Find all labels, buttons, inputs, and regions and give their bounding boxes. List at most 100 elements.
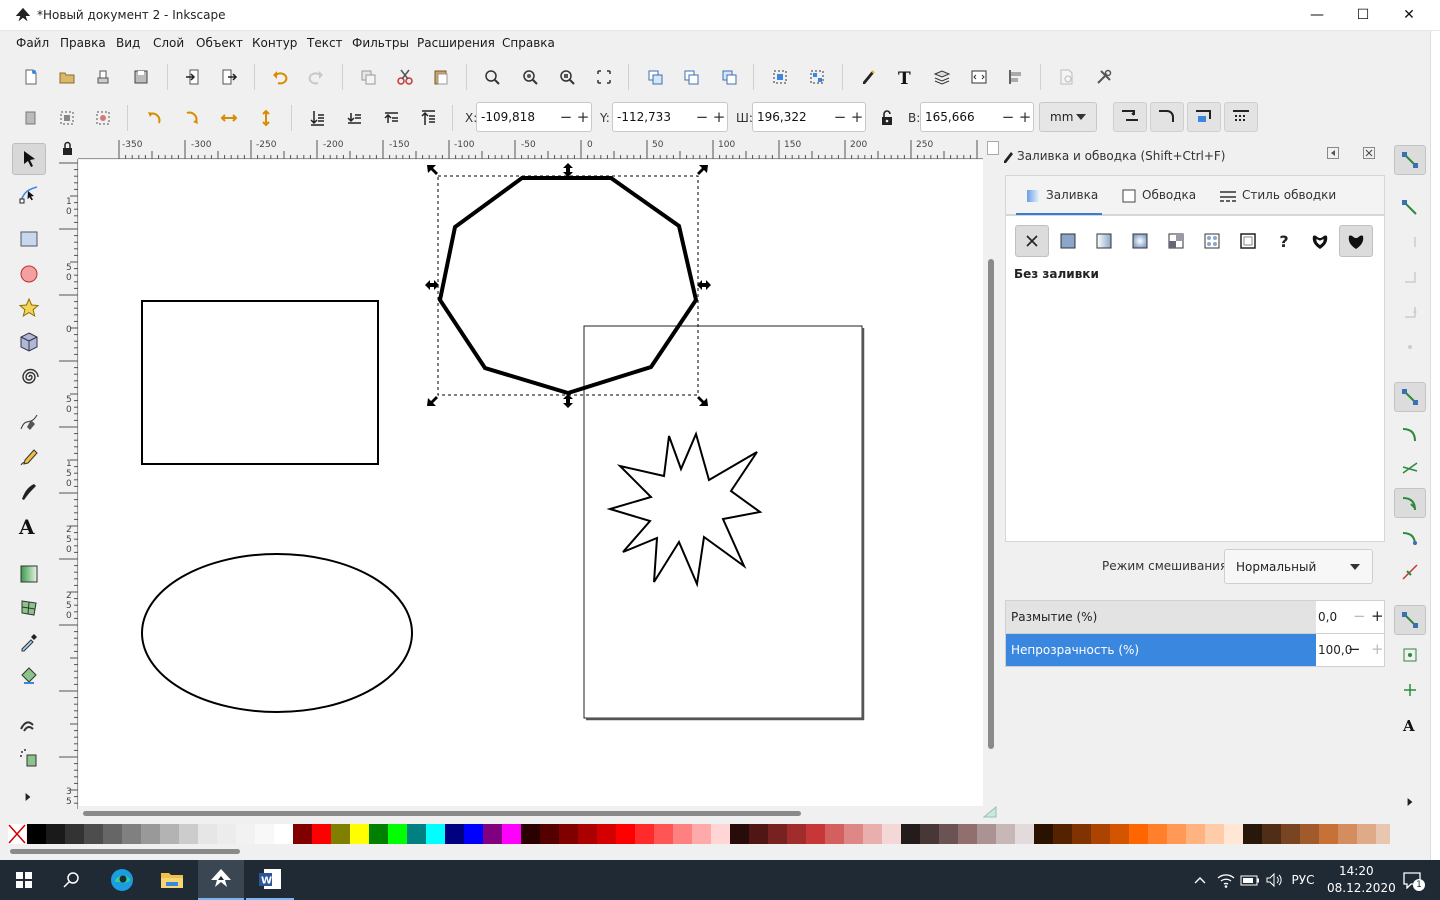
snap-text-baseline-icon[interactable]: A xyxy=(1394,710,1426,740)
unit-select[interactable]: mm xyxy=(1039,102,1097,132)
more-snap-arrow-icon[interactable] xyxy=(1394,787,1426,817)
width-increment-button[interactable]: + xyxy=(850,108,864,126)
zoom-correction-icon[interactable] xyxy=(987,141,999,155)
paint-bucket-tool-icon[interactable] xyxy=(12,660,46,692)
search-button[interactable] xyxy=(48,860,96,900)
transform-patterns-button[interactable] xyxy=(1224,102,1258,132)
linear-gradient-button[interactable] xyxy=(1087,225,1121,257)
width-spinbox[interactable]: 196,322 − + xyxy=(752,102,866,132)
select-all-icon[interactable] xyxy=(18,105,44,131)
mesh-gradient-button[interactable] xyxy=(1159,225,1193,257)
spray-tool-icon[interactable] xyxy=(12,742,46,774)
blur-value[interactable]: 0,0 xyxy=(1318,610,1337,624)
palette-swatch[interactable] xyxy=(179,824,198,844)
horizontal-scroll-thumb[interactable] xyxy=(83,811,801,816)
flip-horizontal-icon[interactable] xyxy=(216,105,242,131)
tray-overflow-button[interactable] xyxy=(1188,860,1212,900)
palette-swatch[interactable] xyxy=(388,824,407,844)
taskbar-inkscape[interactable] xyxy=(198,860,244,900)
snap-intersection-icon[interactable] xyxy=(1394,453,1426,483)
taskbar-file-explorer[interactable] xyxy=(148,860,196,900)
y-value[interactable]: -112,733 xyxy=(617,110,671,124)
text-tool-icon[interactable]: A xyxy=(12,510,46,542)
handle-bottom[interactable] xyxy=(563,394,573,408)
snap-cusp-nodes-icon[interactable] xyxy=(1394,488,1426,518)
palette-swatch[interactable] xyxy=(521,824,540,844)
palette-swatch[interactable] xyxy=(730,824,749,844)
palette-swatch[interactable] xyxy=(1224,824,1243,844)
dropper-tool-icon[interactable] xyxy=(12,626,46,658)
menu-extensions[interactable]: Расширения xyxy=(417,36,495,50)
snap-smooth-nodes-icon[interactable] xyxy=(1394,523,1426,553)
vertical-ruler[interactable]: 1 0 5 0 0 5 0 1 5 0 2 5 0 2 5 0 3 5 xyxy=(58,159,78,809)
height-increment-button[interactable]: + xyxy=(1018,108,1032,126)
handle-bottom-left[interactable] xyxy=(427,396,438,406)
palette-swatch[interactable] xyxy=(749,824,768,844)
vertical-scrollbar[interactable] xyxy=(983,139,1000,809)
handle-right[interactable] xyxy=(697,280,711,290)
palette-swatch[interactable] xyxy=(787,824,806,844)
palette-swatch[interactable] xyxy=(1281,824,1300,844)
blend-mode-select[interactable]: Нормальный xyxy=(1224,549,1373,584)
swatch-button[interactable] xyxy=(1231,225,1265,257)
palette-swatch[interactable] xyxy=(939,824,958,844)
snap-rotation-center-icon[interactable] xyxy=(1394,675,1426,705)
menu-edit[interactable]: Правка xyxy=(60,36,106,50)
snap-bbox-center-icon[interactable] xyxy=(1394,332,1426,362)
mesh-tool-icon[interactable] xyxy=(12,592,46,624)
more-tools-arrow-icon[interactable] xyxy=(18,787,38,807)
palette-swatch[interactable] xyxy=(464,824,483,844)
unset-paint-button[interactable]: ? xyxy=(1267,225,1301,257)
menu-view[interactable]: Вид xyxy=(116,36,140,50)
palette-swatch[interactable] xyxy=(369,824,388,844)
palette-swatch[interactable] xyxy=(1357,824,1376,844)
snap-path-icon[interactable] xyxy=(1394,419,1426,449)
palette-swatch[interactable] xyxy=(673,824,692,844)
palette-swatch[interactable] xyxy=(407,824,426,844)
duplicate-icon[interactable] xyxy=(355,64,381,90)
unlink-clone-icon[interactable] xyxy=(678,64,704,90)
zoom-page-width-icon[interactable] xyxy=(591,64,617,90)
palette-swatch[interactable] xyxy=(217,824,236,844)
menu-help[interactable]: Справка xyxy=(502,36,555,50)
palette-swatch[interactable] xyxy=(1015,824,1034,844)
palette-swatch[interactable] xyxy=(483,824,502,844)
palette-swatch[interactable] xyxy=(350,824,369,844)
menu-filters[interactable]: Фильтры xyxy=(352,36,409,50)
palette-swatch[interactable] xyxy=(1034,824,1053,844)
palette-swatch[interactable] xyxy=(1053,824,1072,844)
x-spinbox[interactable]: -109,818 − + xyxy=(476,102,592,132)
flip-vertical-icon[interactable] xyxy=(253,105,279,131)
height-decrement-button[interactable]: − xyxy=(1001,108,1015,126)
taskbar-edge[interactable] xyxy=(98,860,146,900)
palette-swatch[interactable] xyxy=(635,824,654,844)
deselect-icon[interactable] xyxy=(90,105,116,131)
open-document-icon[interactable] xyxy=(54,64,80,90)
menu-layer[interactable]: Слой xyxy=(153,36,184,50)
select-original-icon[interactable] xyxy=(716,64,742,90)
handle-top-right[interactable] xyxy=(697,165,708,175)
close-button[interactable]: ✕ xyxy=(1386,0,1432,30)
palette-swatch[interactable] xyxy=(46,824,65,844)
palette-swatch[interactable] xyxy=(1186,824,1205,844)
start-button[interactable] xyxy=(0,860,48,900)
x-decrement-button[interactable]: − xyxy=(559,108,573,126)
palette-swatch[interactable] xyxy=(1129,824,1148,844)
width-value[interactable]: 196,322 xyxy=(757,110,807,124)
palette-swatch[interactable] xyxy=(616,824,635,844)
palette-swatch[interactable] xyxy=(692,824,711,844)
y-spinbox[interactable]: -112,733 − + xyxy=(612,102,728,132)
palette-swatch[interactable] xyxy=(1338,824,1357,844)
snap-enable-icon[interactable] xyxy=(1394,145,1426,175)
print-icon[interactable] xyxy=(90,64,116,90)
radial-gradient-button[interactable] xyxy=(1123,225,1157,257)
height-spinbox[interactable]: 165,666 − + xyxy=(920,102,1034,132)
lock-proportions-icon[interactable] xyxy=(874,105,900,131)
height-value[interactable]: 165,666 xyxy=(925,110,975,124)
node-tool-icon[interactable] xyxy=(12,178,46,210)
drawing-canvas[interactable] xyxy=(79,160,983,806)
palette-swatch[interactable] xyxy=(977,824,996,844)
cms-toggle[interactable] xyxy=(982,805,1000,820)
align-distribute-icon[interactable] xyxy=(1003,64,1029,90)
import-icon[interactable] xyxy=(180,64,206,90)
